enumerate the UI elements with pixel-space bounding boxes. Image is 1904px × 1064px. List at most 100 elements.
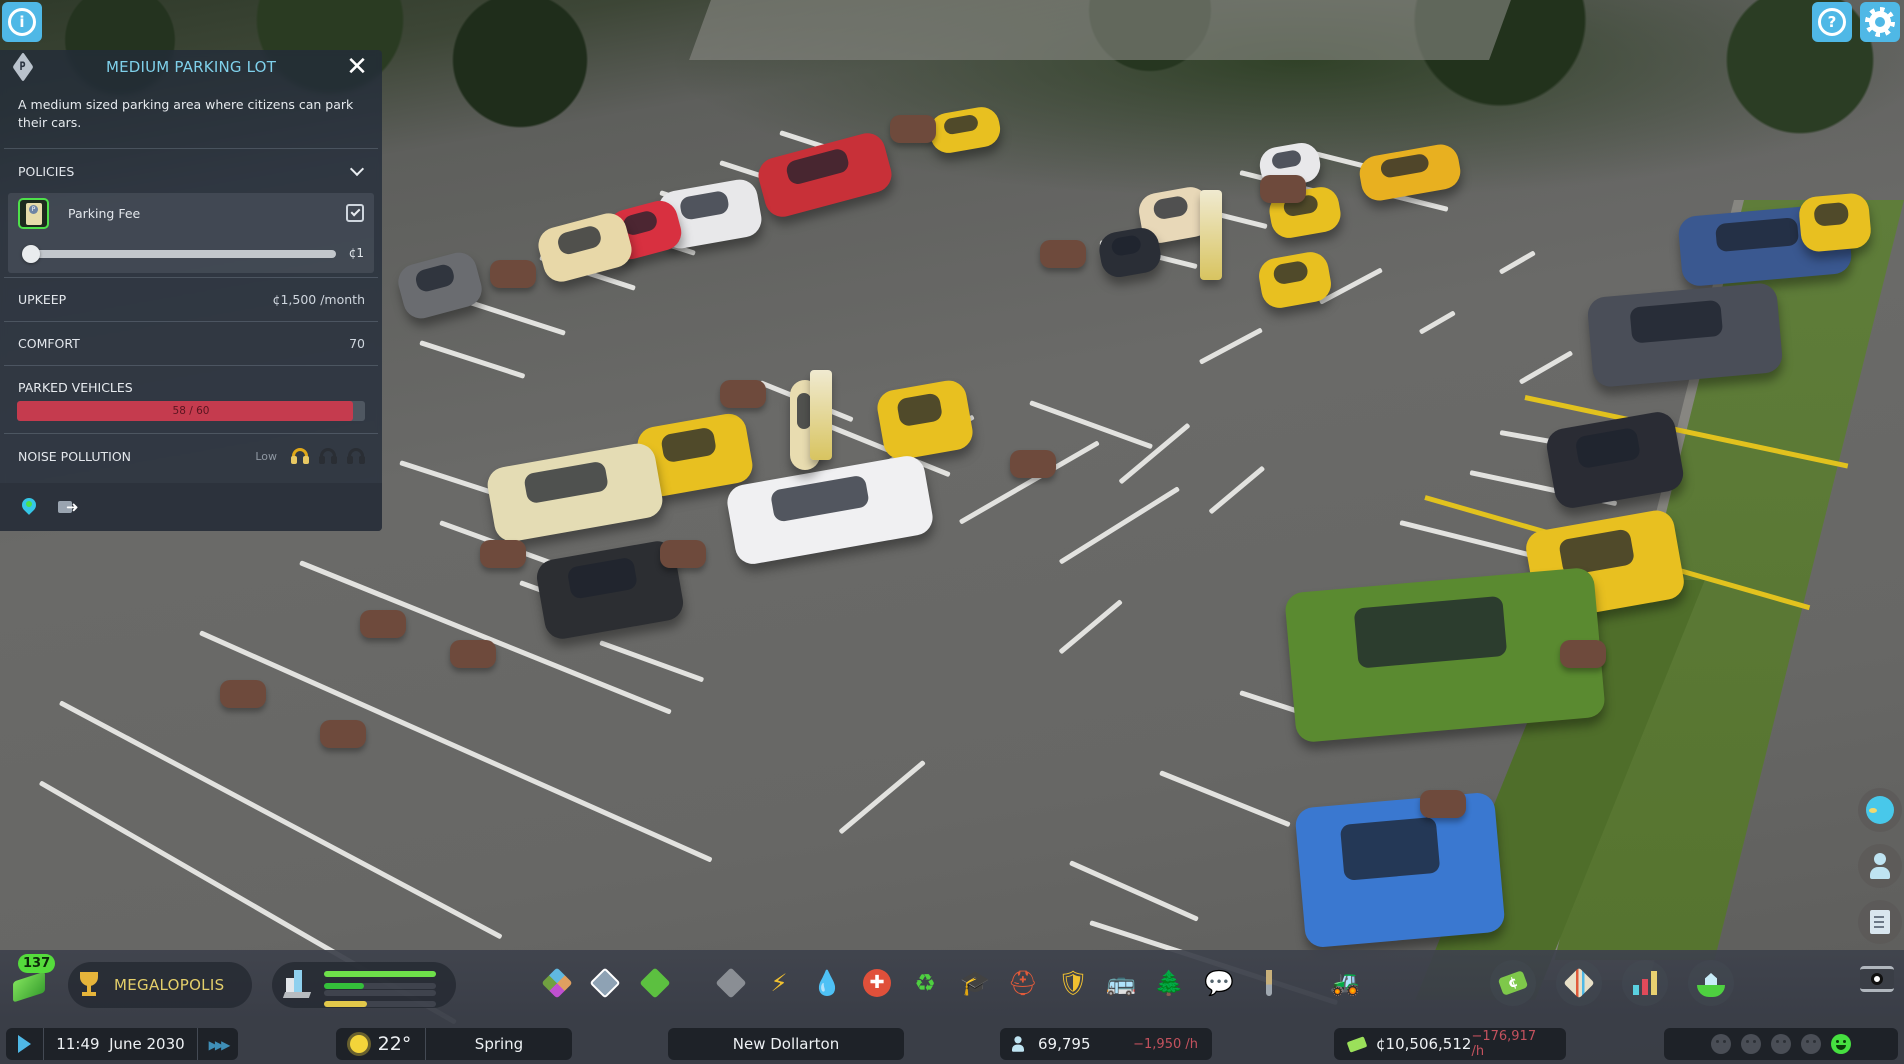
play-button[interactable] — [6, 1028, 44, 1060]
xp-indicator[interactable]: 137 — [10, 954, 56, 1004]
motorcycle[interactable] — [1420, 790, 1466, 818]
motorcycle[interactable] — [490, 260, 536, 288]
photo-mode-button[interactable] — [1860, 966, 1894, 992]
speed-button[interactable]: ▶▶▶ — [198, 1035, 238, 1053]
vehicle[interactable] — [1294, 791, 1506, 949]
progression-button[interactable] — [1688, 960, 1734, 1006]
chirper-icon — [1866, 796, 1894, 824]
vehicle[interactable] — [1356, 141, 1464, 204]
parking-line — [1058, 599, 1123, 655]
transportation-tool-button[interactable]: 🚌 — [1102, 964, 1140, 1002]
vehicle[interactable] — [1797, 192, 1873, 253]
parking-line — [1498, 250, 1536, 275]
parking-fee-slider[interactable] — [26, 250, 336, 258]
chirper-button[interactable] — [1858, 788, 1902, 832]
relocate-icon[interactable]: ➜ — [58, 498, 82, 516]
info-button[interactable]: i — [2, 2, 42, 42]
motorcycle[interactable] — [1040, 240, 1086, 268]
motorcycle[interactable] — [1260, 175, 1306, 203]
vehicle[interactable] — [724, 453, 936, 567]
happiness-face-icon — [1831, 1034, 1851, 1054]
water-icon: 💧 — [812, 969, 842, 997]
water-tool-button[interactable]: 💧 — [808, 964, 846, 1002]
police-tool-button[interactable]: 🛡 — [1054, 964, 1092, 1002]
fire-icon: ⛑ — [1007, 969, 1039, 997]
communications-tool-button[interactable]: 💬 — [1200, 964, 1238, 1002]
citizen-button[interactable] — [1858, 844, 1902, 888]
slider-handle[interactable] — [22, 245, 40, 263]
bulldozer-icon: 🚜 — [1330, 969, 1360, 997]
motorcycle[interactable] — [480, 540, 526, 568]
areas-tool-button[interactable] — [586, 964, 624, 1002]
garbage-tool-button[interactable]: ♻ — [906, 964, 944, 1002]
motorcycle[interactable] — [220, 680, 266, 708]
policy-parking-fee: P Parking Fee ¢1 — [8, 193, 374, 273]
vehicle[interactable] — [1284, 566, 1606, 744]
city-map-button[interactable] — [1556, 960, 1602, 1006]
vehicle[interactable] — [754, 129, 896, 221]
healthcare-icon: ✚ — [863, 969, 891, 997]
parking-line — [1198, 327, 1263, 365]
zoning-tool-button[interactable] — [538, 964, 576, 1002]
camera-icon — [1871, 973, 1883, 985]
roads-tool-button[interactable] — [712, 964, 750, 1002]
milestone-button[interactable]: MEGALOPOLIS — [68, 962, 252, 1008]
settings-button[interactable] — [1860, 2, 1900, 42]
help-button[interactable]: ? — [1812, 2, 1852, 42]
motorcycle[interactable] — [360, 610, 406, 638]
location-pin-icon[interactable] — [22, 498, 36, 516]
happiness-face-icon — [1771, 1034, 1791, 1054]
comfort-row: COMFORT 70 — [0, 322, 382, 365]
city-name-button[interactable]: New Dollarton — [668, 1028, 904, 1060]
parking-line — [1068, 860, 1199, 922]
garbage-icon: ♻ — [914, 969, 936, 997]
vehicle[interactable] — [534, 209, 636, 286]
statistics-button[interactable] — [1622, 960, 1668, 1006]
vehicle[interactable] — [874, 377, 976, 463]
motorcycle[interactable] — [720, 380, 766, 408]
parking-fee-value: ¢1 — [348, 246, 364, 260]
upkeep-row: UPKEEP ¢1,500 /month — [0, 278, 382, 321]
economy-icon: ¢ — [1497, 970, 1529, 996]
electricity-tool-button[interactable]: ⚡ — [760, 964, 798, 1002]
landscaping-icon — [1266, 970, 1272, 996]
vehicle[interactable] — [394, 248, 486, 323]
parks-tool-button[interactable]: 🌲 — [1150, 964, 1188, 1002]
zone-demand-button[interactable] — [272, 962, 456, 1008]
fast-forward-icon: ▶▶▶ — [208, 1038, 231, 1052]
population-info[interactable]: 69,795 −1,950 /h — [1000, 1028, 1212, 1060]
motorcycle[interactable] — [1560, 640, 1606, 668]
healthcare-tool-button[interactable]: ✚ — [858, 964, 896, 1002]
vehicle[interactable] — [1586, 281, 1784, 389]
motorcycle[interactable] — [450, 640, 496, 668]
happiness-indicator[interactable] — [1664, 1028, 1898, 1060]
landscaping-tool-button[interactable] — [1250, 964, 1288, 1002]
education-tool-button[interactable]: 🎓 — [956, 964, 994, 1002]
motorcycle[interactable] — [320, 720, 366, 748]
sun-icon — [349, 1035, 368, 1053]
parking-line — [838, 759, 926, 835]
parked-vehicles-bar: 58 / 60 — [17, 401, 365, 421]
time-controls: 11:49 June 2030 ▶▶▶ — [6, 1028, 238, 1060]
money-info[interactable]: ¢10,506,512 −176,917 /h — [1334, 1028, 1566, 1060]
money-value: ¢10,506,512 — [1376, 1035, 1472, 1053]
trophy-icon — [78, 972, 100, 998]
info-icon: i — [8, 8, 36, 36]
signature-buildings-tool-button[interactable] — [636, 964, 674, 1002]
close-button[interactable]: ✕ — [344, 54, 370, 80]
vehicle[interactable] — [484, 440, 666, 545]
police-icon: 🛡 — [1057, 969, 1089, 997]
close-icon: ✕ — [346, 52, 368, 82]
journal-button[interactable] — [1858, 900, 1902, 944]
motorcycle[interactable] — [660, 540, 706, 568]
vehicle[interactable] — [1096, 225, 1164, 280]
motorcycle[interactable] — [890, 115, 936, 143]
motorcycle[interactable] — [1010, 450, 1056, 478]
policies-section-toggle[interactable]: POLICIES — [0, 149, 382, 193]
fire-tool-button[interactable]: ⛑ — [1004, 964, 1042, 1002]
checkmark-icon — [350, 206, 360, 217]
parking-line — [1058, 486, 1181, 565]
economy-button[interactable]: ¢ — [1490, 960, 1536, 1006]
bulldozer-tool-button[interactable]: 🚜 — [1326, 964, 1364, 1002]
policy-enabled-checkbox[interactable] — [346, 204, 364, 222]
